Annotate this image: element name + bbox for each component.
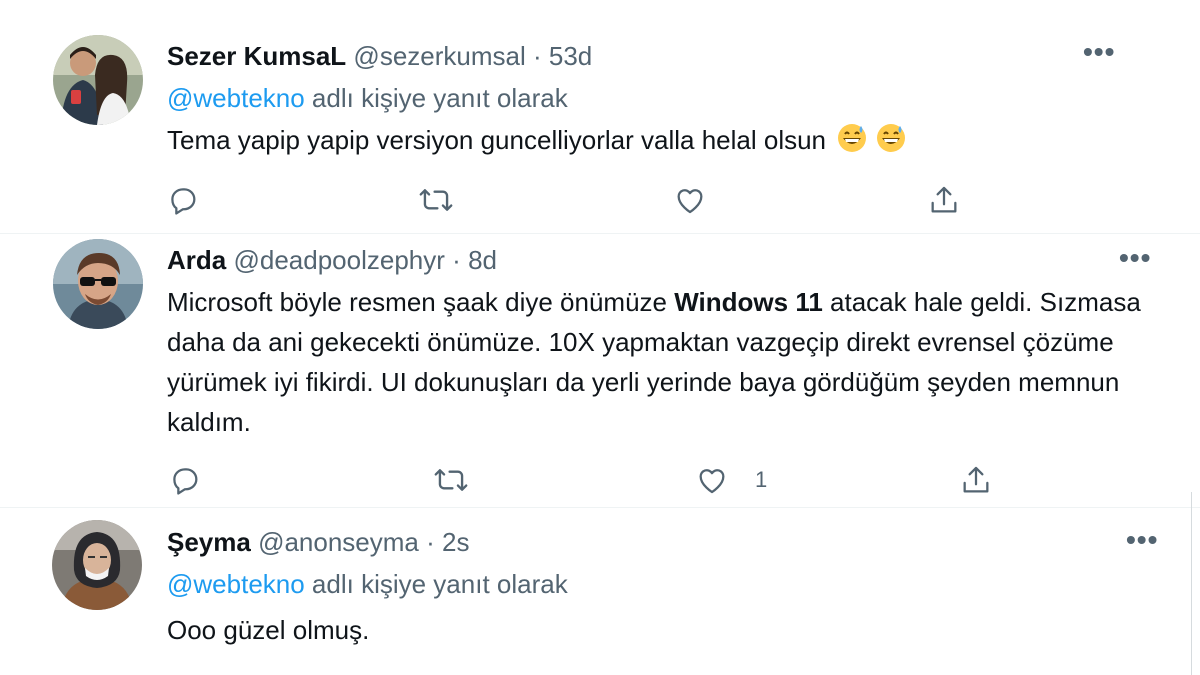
tweet-text: Microsoft böyle resmen şaak diye önümüze… (167, 282, 1157, 442)
share-button[interactable] (956, 460, 996, 500)
tweet-2[interactable]: Arda @deadpoolzephyr · 8d ••• Microsoft … (0, 234, 1200, 495)
more-options-button[interactable]: ••• (1119, 244, 1151, 272)
tweet-text: Tema yapip yapip versiyon guncelliyorlar… (167, 120, 1147, 164)
author-name[interactable]: Arda (167, 245, 226, 275)
reply-icon (171, 188, 196, 215)
reply-button[interactable] (163, 180, 203, 220)
reply-context-label: adlı kişiye yanıt olarak (304, 83, 568, 113)
tweet-text-part: atacak hale geldi. (822, 287, 1033, 317)
timestamp[interactable]: 2s (442, 527, 469, 557)
grinning-face-with-sweat-icon (876, 123, 906, 164)
avatar[interactable] (53, 239, 143, 329)
heart-icon (677, 189, 703, 214)
retweet-icon (419, 189, 453, 211)
author-handle[interactable]: @deadpoolzephyr (233, 245, 444, 275)
share-icon (931, 186, 957, 213)
share-icon (963, 466, 989, 493)
more-options-button[interactable]: ••• (1126, 526, 1158, 554)
retweet-button[interactable] (431, 460, 471, 500)
reply-context: @webtekno adlı kişiye yanıt olarak (167, 568, 568, 600)
tweet-text: Ooo güzel olmuş. (167, 610, 1147, 650)
avatar[interactable] (52, 520, 142, 610)
tweet-text-content: Ooo güzel olmuş. (167, 615, 370, 645)
reply-context: @webtekno adlı kişiye yanıt olarak (167, 82, 568, 114)
heart-icon (699, 469, 725, 494)
tweet-text-part: Microsoft böyle resmen şaak diye önümüze (167, 287, 675, 317)
reply-context-label: adlı kişiye yanıt olarak (304, 569, 568, 599)
share-button[interactable] (924, 180, 964, 220)
retweet-button[interactable] (416, 180, 456, 220)
tweet-text-content: Tema yapip yapip versiyon guncelliyorlar… (167, 125, 827, 155)
reply-icon (173, 468, 198, 495)
separator: · (426, 527, 435, 557)
more-options-button[interactable]: ••• (1083, 38, 1115, 66)
author-handle[interactable]: @anonseyma (258, 527, 419, 557)
grinning-face-with-sweat-icon (837, 123, 867, 164)
like-button[interactable] (670, 180, 710, 220)
separator: · (452, 245, 461, 275)
author-name[interactable]: Şeyma (167, 527, 251, 557)
tweet-text-bold: Windows 11 (674, 287, 823, 317)
timestamp[interactable]: 8d (468, 245, 497, 275)
reply-button[interactable] (165, 460, 205, 500)
avatar[interactable] (53, 35, 143, 125)
like-button[interactable] (692, 460, 732, 500)
author-name[interactable]: Sezer KumsaL (167, 41, 346, 71)
reply-mention-link[interactable]: @webtekno (167, 569, 305, 599)
like-count: 1 (755, 467, 768, 492)
reply-mention-link[interactable]: @webtekno (167, 83, 305, 113)
timestamp[interactable]: 53d (549, 41, 592, 71)
tweet-1[interactable]: Sezer KumsaL @sezerkumsal · 53d ••• @web… (0, 0, 1200, 235)
retweet-icon (434, 469, 468, 491)
separator: · (532, 41, 542, 71)
author-handle[interactable]: @sezerkumsal (353, 41, 525, 71)
tweet-3[interactable]: Şeyma @anonseyma · 2s ••• @webtekno adlı… (0, 508, 1200, 675)
